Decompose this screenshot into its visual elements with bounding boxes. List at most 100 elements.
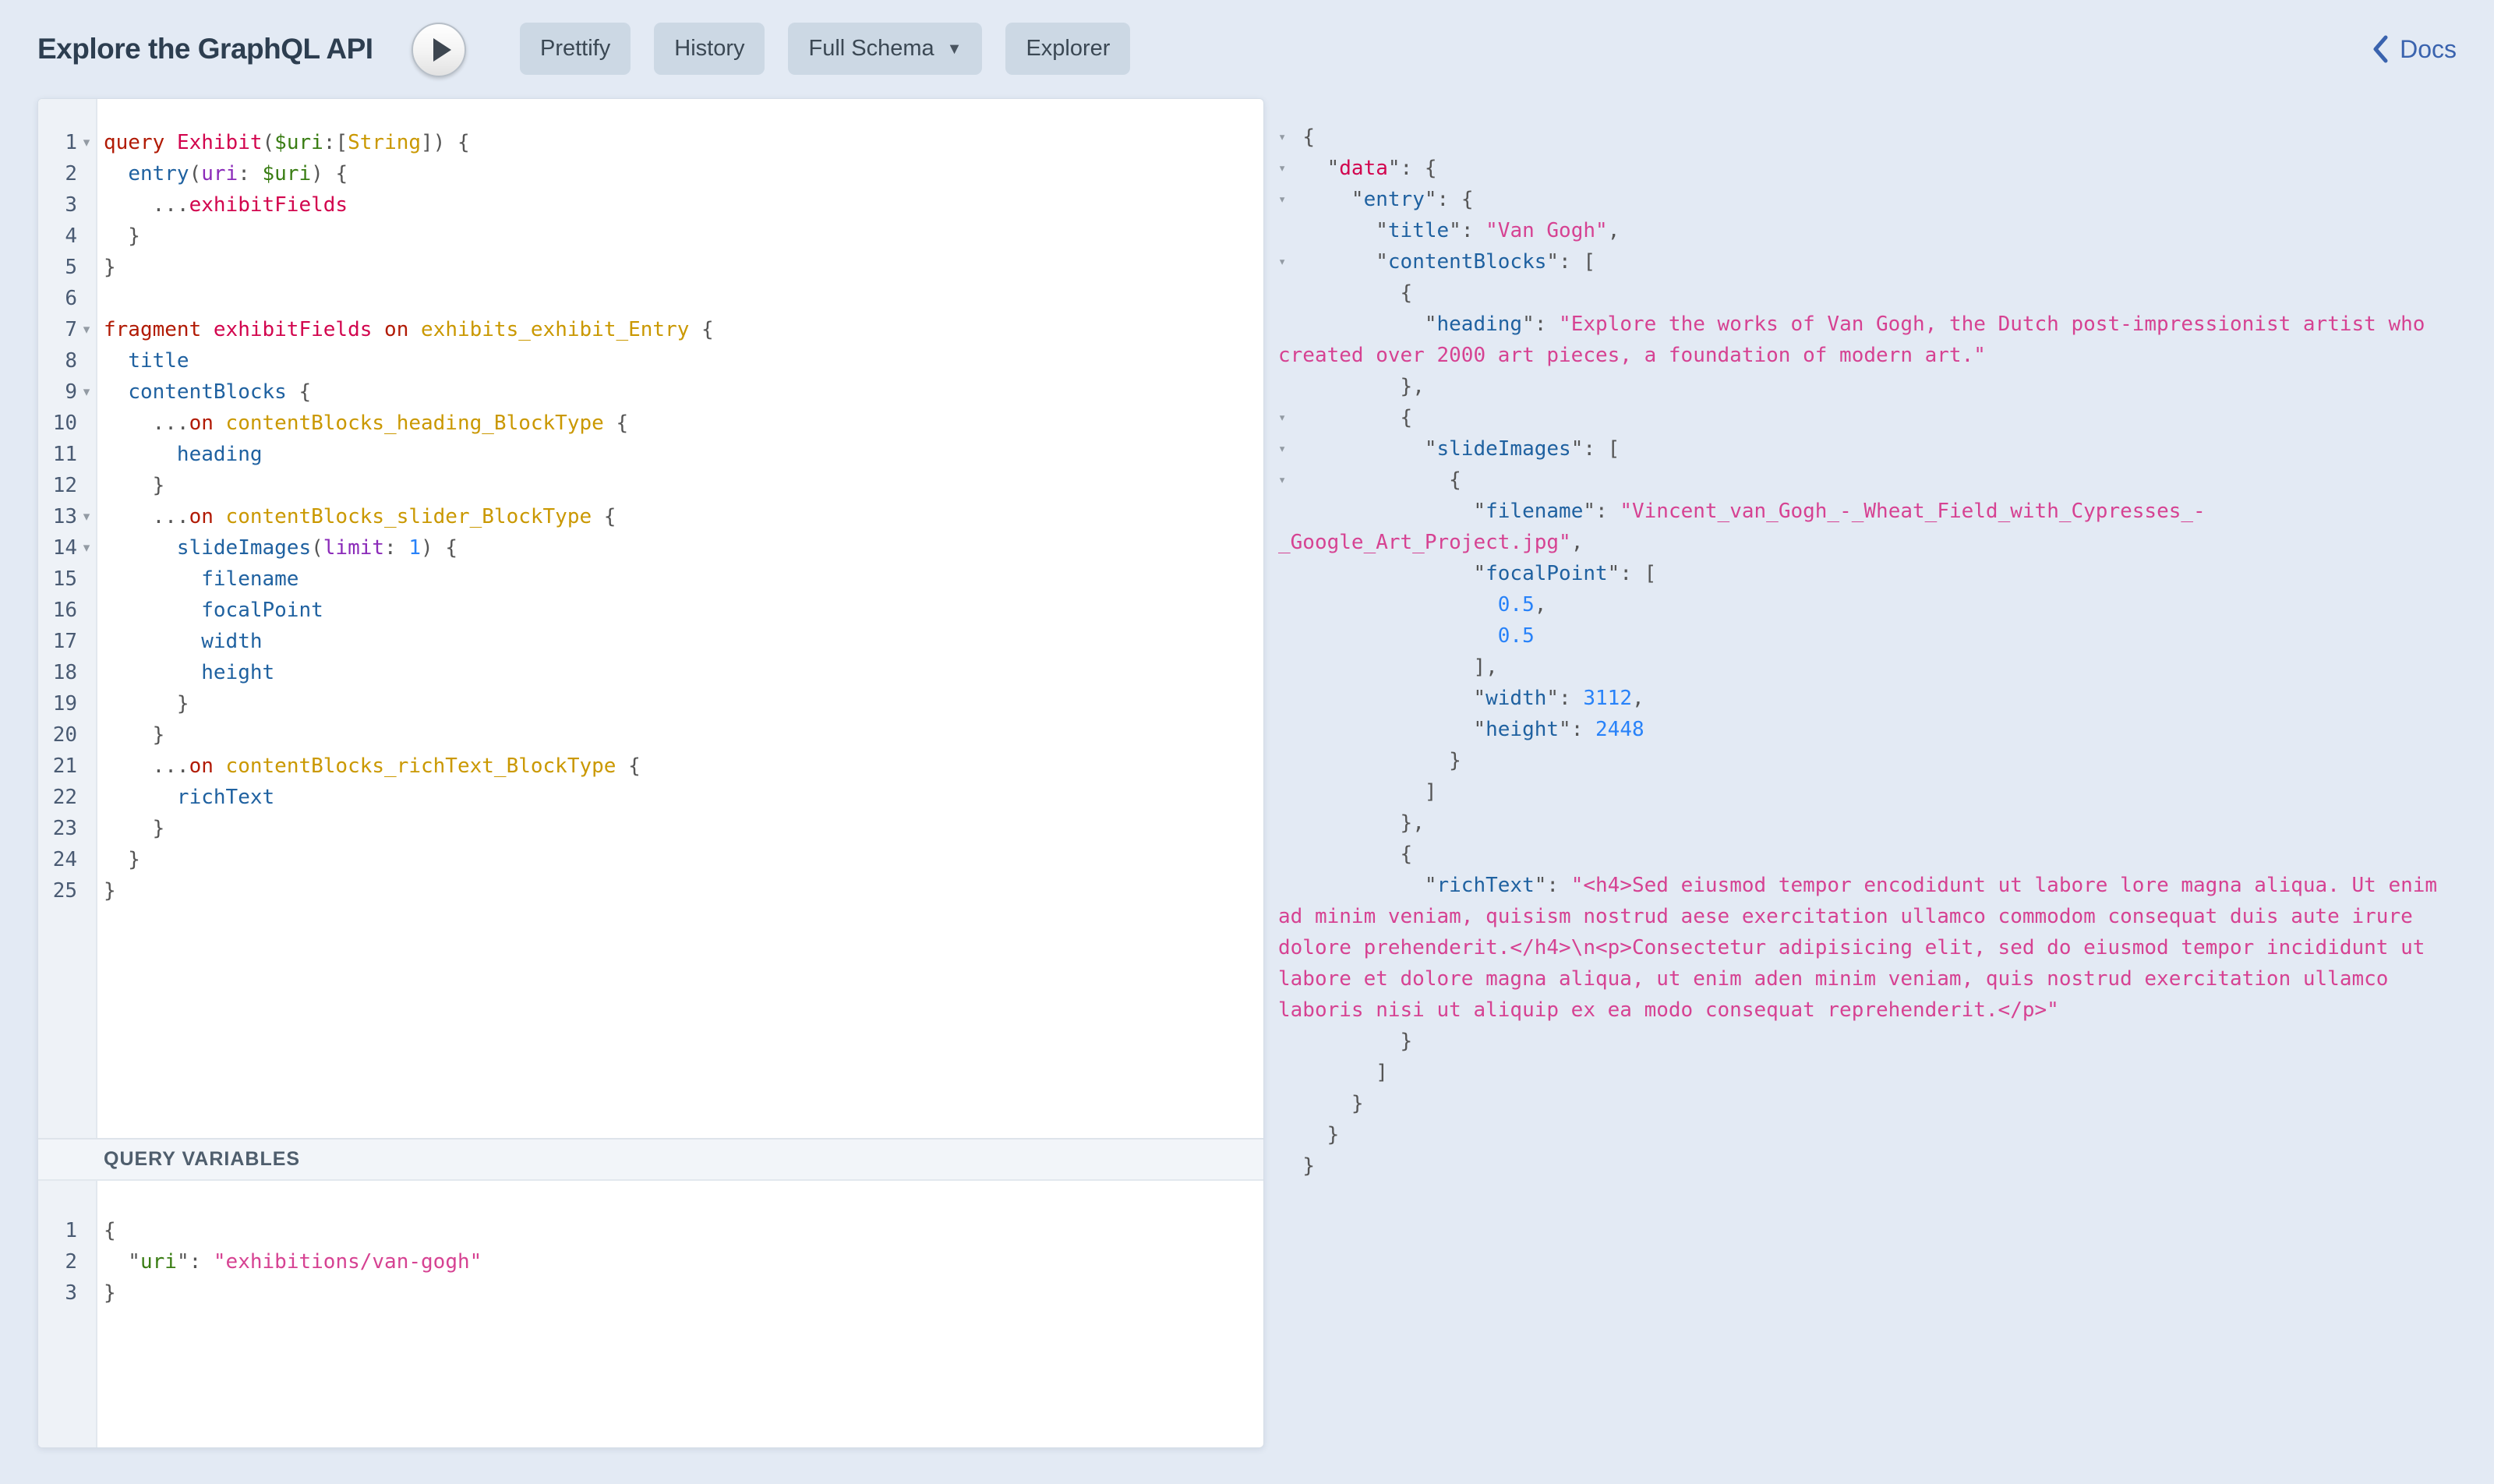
token-type: contentBlocks_richText_BlockType: [226, 754, 616, 778]
line-number: 2: [38, 1246, 77, 1277]
play-icon: [433, 38, 451, 62]
code-line: focalPoint: [104, 595, 1263, 626]
gutter-row: 22: [38, 782, 96, 813]
token-type: contentBlocks_heading_BlockType: [226, 412, 604, 435]
token-margin: [1278, 780, 1302, 804]
token-var: $uri: [274, 131, 323, 154]
code-line: ...on contentBlocks_slider_BlockType {: [104, 501, 1263, 532]
token-def: Exhibit: [177, 131, 263, 154]
code-line: ...on contentBlocks_heading_BlockType {: [104, 408, 1263, 439]
toolbar-button-label: Prettify: [540, 36, 610, 62]
token-punc: [104, 162, 128, 186]
fold-spacer: [77, 719, 96, 751]
fold-spacer: [77, 158, 96, 189]
code-line: }: [104, 1277, 1263, 1309]
query-variables-header[interactable]: QUERY VARIABLES: [38, 1138, 1263, 1181]
gutter-row: 4: [38, 221, 96, 252]
toolbar-button-history[interactable]: History: [654, 23, 765, 75]
variables-editor-gutter: 123: [38, 1181, 97, 1447]
token-punc: ": [1302, 874, 1436, 897]
toolbar-button-explorer[interactable]: Explorer: [1005, 23, 1130, 75]
code-line: {: [104, 1215, 1263, 1246]
fold-spacer: [77, 688, 96, 719]
token-punc: ":: [1583, 500, 1620, 523]
docs-link[interactable]: Docs: [2372, 0, 2457, 98]
token-keydef: data: [1339, 157, 1388, 180]
execute-button-wrap: [412, 23, 466, 77]
token-punc: }: [104, 848, 140, 871]
toolbar-button-full-schema[interactable]: Full Schema▼: [788, 23, 982, 75]
code-line: }: [104, 719, 1263, 751]
token-punc: ],: [1302, 655, 1497, 679]
response-line: {: [1278, 277, 2461, 309]
fold-toggle-icon[interactable]: ▾: [1278, 402, 1297, 433]
line-number: 23: [38, 813, 77, 844]
code-line: entry(uri: $uri) {: [104, 158, 1263, 189]
response-line: },: [1278, 807, 2461, 839]
query-editor-input[interactable]: query Exhibit($uri:[String]) { entry(uri…: [97, 99, 1263, 1138]
fold-toggle-icon[interactable]: ▾: [1278, 153, 1297, 184]
line-number: 5: [38, 252, 77, 283]
gutter-row: 21: [38, 751, 96, 782]
response-line: ▾ {: [1278, 402, 2461, 433]
line-number: 1: [38, 127, 77, 158]
response-line: ],: [1278, 652, 2461, 683]
code-line: }: [104, 844, 1263, 875]
fold-toggle-icon[interactable]: ▾: [1278, 246, 1297, 277]
fold-toggle-icon[interactable]: ▾: [77, 314, 96, 345]
token-punc: [201, 318, 214, 341]
token-punc: [1302, 624, 1497, 648]
fold-toggle-icon[interactable]: ▾: [1278, 122, 1297, 153]
response-viewer: ▾ {▾ "data": {▾ "entry": { "title": "Van…: [1278, 122, 2461, 1182]
toolbar-buttons: Prettify History Full Schema▼ Explorer: [520, 23, 1130, 75]
response-line: ▾ {: [1278, 122, 2461, 153]
gutter-row: 24: [38, 844, 96, 875]
fold-toggle-icon[interactable]: ▾: [77, 376, 96, 408]
token-punc: ":: [1559, 718, 1595, 741]
line-number: 13: [38, 501, 77, 532]
token-punc: (: [311, 536, 323, 560]
response-line: "focalPoint": [: [1278, 558, 2461, 589]
query-editor-gutter: 1▾234567▾89▾10111213▾14▾1516171819202122…: [38, 99, 97, 1138]
execute-query-button[interactable]: [412, 23, 466, 77]
token-key: filename: [1485, 500, 1583, 523]
code-line: fragment exhibitFields on exhibits_exhib…: [104, 314, 1263, 345]
token-punc: ": {: [1425, 188, 1474, 211]
token-attr: limit: [323, 536, 384, 560]
fold-toggle-icon[interactable]: ▾: [1278, 465, 1297, 496]
fold-spacer: [77, 595, 96, 626]
gutter-row: 10: [38, 408, 96, 439]
token-str: "Van Gogh": [1485, 219, 1608, 242]
token-punc: }: [104, 817, 164, 840]
token-punc: ": [: [1571, 437, 1620, 461]
fold-toggle-icon[interactable]: ▾: [77, 532, 96, 564]
token-punc: [214, 505, 226, 528]
response-line: }: [1278, 1150, 2461, 1182]
fold-toggle-icon[interactable]: ▾: [1278, 184, 1297, 215]
token-punc: ]) {: [421, 131, 470, 154]
docs-label: Docs: [2400, 35, 2457, 64]
response-line: 0.5: [1278, 620, 2461, 652]
fold-toggle-icon[interactable]: ▾: [77, 127, 96, 158]
response-line: "filename": "Vincent_van_Gogh_-​_Wheat_F…: [1278, 496, 2461, 558]
token-punc: [408, 318, 421, 341]
fold-spacer: [77, 345, 96, 376]
token-punc: ": [1302, 157, 1339, 180]
line-number: 8: [38, 345, 77, 376]
fold-toggle-icon[interactable]: ▾: [1278, 433, 1297, 465]
toolbar-button-prettify[interactable]: Prettify: [520, 23, 631, 75]
token-punc: ": [104, 1250, 140, 1274]
token-punc: }: [104, 474, 164, 497]
token-prop: entry: [128, 162, 189, 186]
variables-editor-input[interactable]: { "uri": "exhibitions/van-gogh"}: [97, 1181, 1263, 1447]
code-line: }: [104, 221, 1263, 252]
token-num: 0.5: [1498, 593, 1535, 617]
line-number: 6: [38, 283, 77, 314]
fold-spacer: [77, 875, 96, 906]
fold-spacer: [77, 657, 96, 688]
token-punc: ": [1302, 500, 1485, 523]
gutter-row: 11: [38, 439, 96, 470]
fold-toggle-icon[interactable]: ▾: [77, 501, 96, 532]
token-punc: ...: [104, 754, 189, 778]
token-punc: }: [1302, 1154, 1315, 1178]
